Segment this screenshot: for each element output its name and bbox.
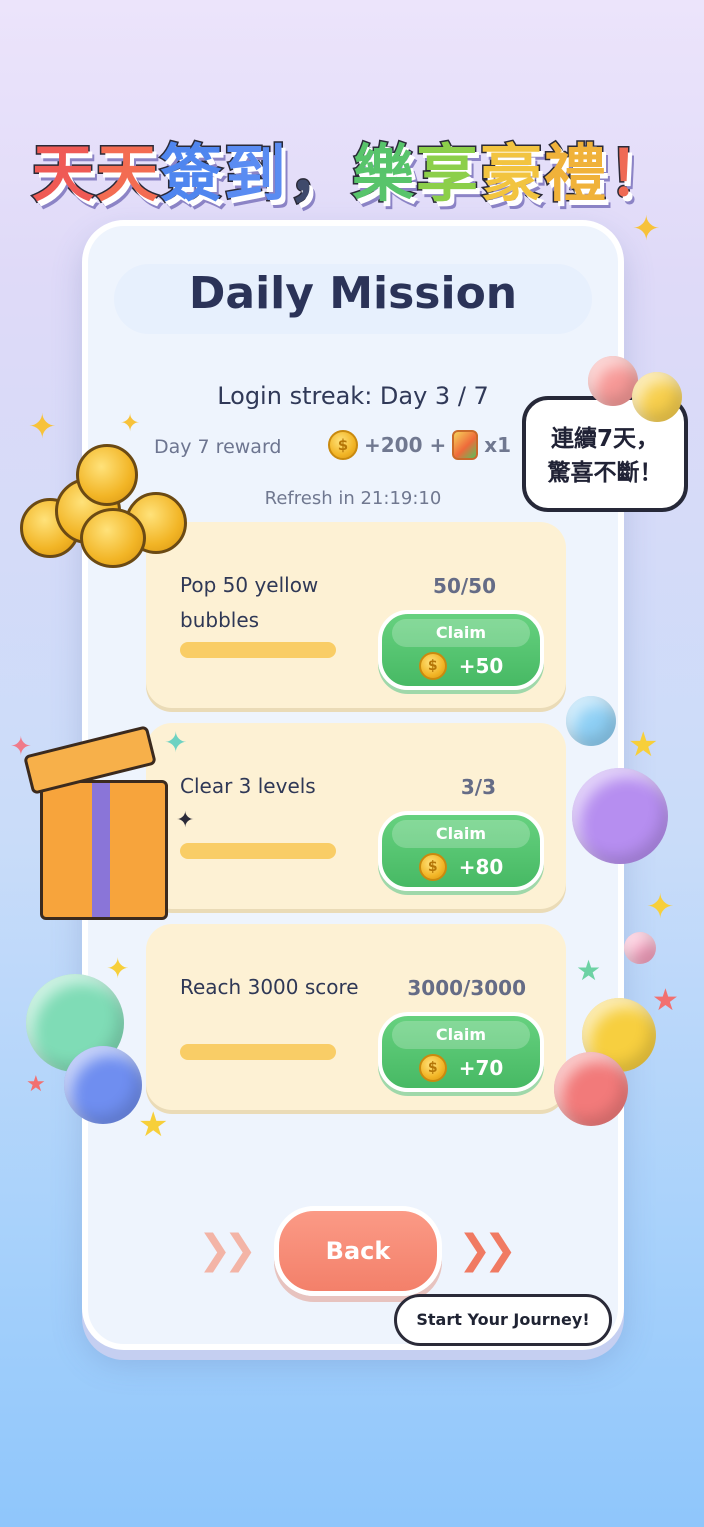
mission-progress: 3000/3000 <box>407 976 526 1000</box>
banner-title: 天 天 簽 到 ， 樂 享 豪 禮 ！ <box>0 118 704 218</box>
item-card-icon <box>452 430 479 460</box>
sparkle-icon: ✦ <box>120 409 141 437</box>
banner-char: ， <box>286 136 352 212</box>
back-button[interactable]: Back <box>274 1206 442 1296</box>
sparkle-icon: ✦ <box>646 887 675 927</box>
claim-label: Claim <box>392 820 530 848</box>
claim-reward-amount: +70 <box>458 1056 504 1080</box>
sparkle-icon: ✦ <box>10 732 32 762</box>
star-icon: ★ <box>26 1072 46 1097</box>
progress-bar <box>180 843 336 859</box>
page-title: Daily Mission <box>188 268 518 319</box>
banner-char: 簽 <box>158 136 224 212</box>
laugh-face-icon <box>632 372 682 422</box>
banner-char: 享 <box>415 136 481 212</box>
claim-label: Claim <box>392 1021 530 1049</box>
banner-char: 樂 <box>350 136 417 212</box>
bubble-icon <box>624 932 656 964</box>
banner-char: 豪 <box>479 136 545 212</box>
coin-icon: $ <box>418 652 447 680</box>
sparkle-icon: ✦ <box>106 952 130 985</box>
coin-icon <box>80 508 146 568</box>
mission-name: Reach 3000 score <box>180 975 359 999</box>
mission-name: Clear 3 levels <box>180 774 316 798</box>
sparkle-icon: ✦ <box>164 726 188 759</box>
claim-button[interactable]: Claim $ +70 <box>378 1012 544 1092</box>
star-icon: ★ <box>576 954 602 987</box>
bubble-star-icon <box>554 1052 628 1126</box>
star-icon: ★ <box>138 1105 169 1145</box>
reward-coins: +200 + <box>364 433 447 457</box>
banner-char: ！ <box>607 136 673 212</box>
bubble-icon <box>572 768 668 864</box>
claim-reward-amount: +80 <box>458 855 504 879</box>
gift-box-icon <box>40 780 168 920</box>
start-journey-tag: Start Your Journey! <box>394 1294 612 1346</box>
banner-char: 天 <box>94 136 160 212</box>
speech-line: 驚喜不斷！ <box>547 460 663 486</box>
banner-char: 天 <box>30 136 96 212</box>
claim-button[interactable]: Claim $ +80 <box>378 811 544 891</box>
claim-button[interactable]: Claim $ +50 <box>378 610 544 690</box>
mission-item: Reach 3000 score 3000/3000 Claim $ +70 <box>146 924 566 1110</box>
mission-progress: 50/50 <box>433 574 496 598</box>
coin-icon: $ <box>418 853 447 881</box>
mission-item: Pop 50 yellow bubbles 50/50 Claim $ +50 <box>146 522 566 708</box>
smile-face-icon <box>588 356 638 406</box>
reward-item-count: x1 <box>484 433 512 457</box>
mission-item: Clear 3 levels 3/3 Claim $ +80 <box>146 723 566 909</box>
claim-reward: $ +80 <box>382 853 540 881</box>
sparkle-icon: ✦ <box>632 209 661 249</box>
coin-icon: $ <box>328 430 358 460</box>
day7-reward: $ +200 + x1 <box>328 430 511 460</box>
claim-reward-amount: +50 <box>458 654 504 678</box>
progress-bar <box>180 642 336 658</box>
mission-progress: 3/3 <box>460 775 496 799</box>
claim-reward: $ +50 <box>382 652 540 680</box>
chevron-right-icon: ❯❯ <box>198 1227 257 1273</box>
chevron-right-icon: ❯❯ <box>458 1227 517 1273</box>
speech-line: 連續7天， <box>550 426 659 452</box>
star-icon: ★ <box>628 725 659 765</box>
sparkle-icon: ✦ <box>28 407 57 447</box>
coin-icon: $ <box>418 1054 447 1082</box>
bubble-icon <box>566 696 616 746</box>
star-icon: ★ <box>652 983 679 1018</box>
mission-name: Pop 50 yellow bubbles <box>180 573 319 632</box>
day7-reward-label: Day 7 reward <box>154 436 282 458</box>
claim-label: Claim <box>392 619 530 647</box>
banner-char: 禮 <box>543 136 609 212</box>
bubble-icon <box>64 1046 142 1124</box>
progress-bar <box>180 1044 336 1060</box>
coin-icon <box>76 444 138 506</box>
banner-char: 到 <box>222 136 288 212</box>
sparkle-icon: ✦ <box>176 808 195 833</box>
claim-reward: $ +70 <box>382 1054 540 1082</box>
